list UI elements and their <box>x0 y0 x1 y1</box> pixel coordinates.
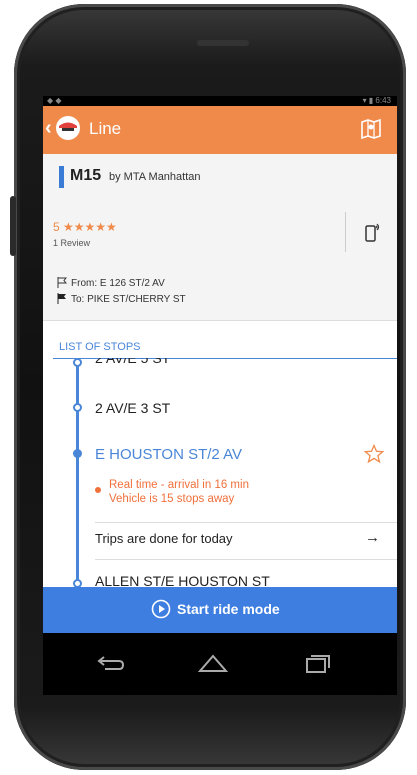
rating-divider <box>345 212 346 252</box>
stop-item-2av-e3st[interactable]: 2 AV/E 3 ST <box>95 400 170 416</box>
speaker-grille <box>197 40 249 46</box>
trip-from: From: E 126 ST/2 AV <box>57 277 165 289</box>
status-bar: ◆ ◆ ▾ ▮ 6:43 <box>43 96 397 106</box>
trips-status[interactable]: Trips are done for today <box>95 531 233 546</box>
recents-nav-icon[interactable] <box>301 653 335 675</box>
trip-from-text: From: E 126 ST/2 AV <box>71 278 165 289</box>
back-chevron-icon[interactable]: ‹ <box>45 117 52 140</box>
stop-item-previous-cut[interactable]: 2 AV/E 5 ST <box>95 358 170 367</box>
status-left: ◆ ◆ <box>47 96 62 105</box>
realtime-dot-icon <box>95 487 101 493</box>
app-logo-icon[interactable] <box>55 115 81 141</box>
flag-outline-icon <box>57 277 68 288</box>
realtime-arrival: Real time - arrival in 16 min <box>109 479 249 491</box>
trip-endpoints: From: E 126 ST/2 AV To: PIKE ST/CHERRY S… <box>43 262 397 321</box>
realtime-vehicle: Vehicle is 15 stops away <box>109 493 235 505</box>
review-count: 1 Review <box>53 238 91 248</box>
back-nav-icon[interactable] <box>93 653 127 675</box>
app-bar: ‹ Line <box>43 106 397 154</box>
start-ride-button[interactable]: Start ride mode <box>43 587 397 633</box>
stop-label: 2 AV/E 5 ST <box>95 358 171 366</box>
route-number: M15 <box>70 167 102 184</box>
app-screen: ◆ ◆ ▾ ▮ 6:43 ‹ Line M15 by MTA Manhattan… <box>43 96 397 633</box>
trip-to-text: To: PIKE ST/CHERRY ST <box>71 294 186 305</box>
stop-node <box>73 403 82 412</box>
route-header: M15 by MTA Manhattan <box>43 154 397 205</box>
current-stop[interactable]: E HOUSTON ST/2 AV <box>95 446 242 463</box>
arrow-right-icon[interactable]: → <box>365 529 380 546</box>
play-circle-icon <box>151 599 171 619</box>
realtime-info: Real time - arrival in 16 min Vehicle is… <box>95 478 249 506</box>
divider <box>95 559 397 560</box>
start-ride-label: Start ride mode <box>177 601 280 617</box>
phone-share-icon[interactable] <box>364 221 382 243</box>
route-agency: by MTA Manhattan <box>109 171 201 183</box>
flag-filled-icon <box>57 293 66 304</box>
divider <box>95 522 397 523</box>
favorite-star-icon[interactable] <box>364 444 384 464</box>
map-icon[interactable] <box>359 117 383 141</box>
android-nav-bar <box>43 633 397 695</box>
stops-list-header: LIST OF STOPS <box>59 341 141 353</box>
status-right: ▾ ▮ 6:43 <box>362 96 391 105</box>
rating-stars: 5 ★★★★★ <box>53 220 117 234</box>
home-nav-icon[interactable] <box>196 653 230 675</box>
page-title: Line <box>89 119 122 138</box>
rating-section[interactable]: 5 ★★★★★ 1 Review <box>43 204 397 263</box>
current-stop-node <box>73 449 82 458</box>
trip-to: To: PIKE ST/CHERRY ST <box>57 293 186 305</box>
volume-button <box>10 196 16 256</box>
route-color-bar <box>59 166 64 188</box>
stop-node <box>73 358 82 367</box>
